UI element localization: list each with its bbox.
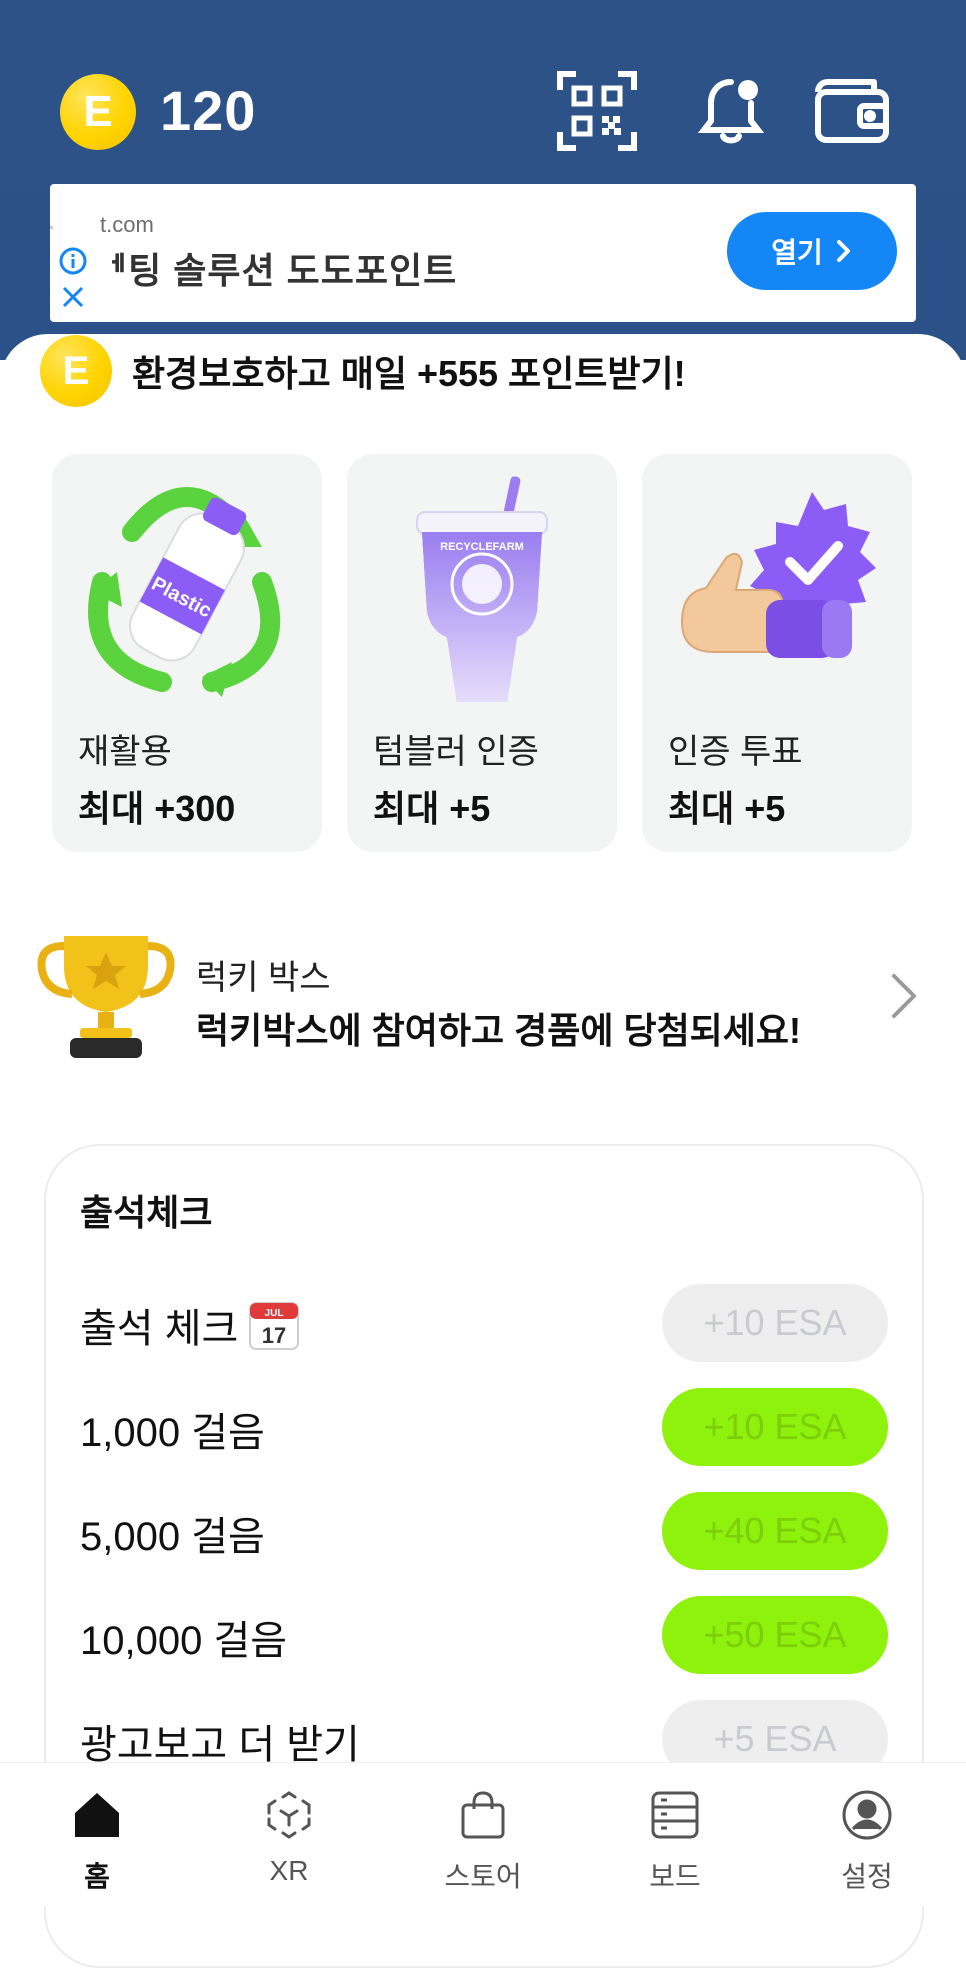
calendar-month: JUL: [265, 1308, 284, 1319]
wallet-button[interactable]: [810, 70, 892, 152]
tile-recycle[interactable]: Plastic 재활용 최대 +300: [52, 454, 322, 852]
mission-tiles: Plastic 재활용 최대 +300 RECYCLEFARM 텀블러 인증 최…: [52, 454, 914, 854]
lucky-box-title: 럭키 박스: [196, 959, 331, 997]
qr-scan-button[interactable]: [556, 70, 638, 152]
reward-button[interactable]: +50 ESA: [662, 1596, 888, 1674]
bottom-navigation: 홈 XR 스토어 보드 설정: [0, 1762, 966, 1906]
ad-edge-mark: [50, 226, 53, 229]
home-icon: [75, 1793, 119, 1837]
nav-label: XR: [269, 1855, 309, 1886]
promo-text: 환경보호하고 매일 +555 포인트받기!: [132, 353, 686, 394]
shopping-bag-icon: [461, 1791, 505, 1839]
tile-title: 텀블러 인증: [373, 733, 539, 771]
tile-reward: 최대 +300: [78, 788, 236, 829]
nav-label: 보드: [649, 1861, 701, 1892]
board-icon: [651, 1791, 699, 1839]
ad-headline: ᅦ팅 솔루션 도도포인트: [94, 250, 458, 291]
top-header: E 120: [0, 0, 966, 180]
tile-tumbler[interactable]: RECYCLEFARM 텀블러 인증 최대 +5: [347, 454, 617, 852]
ar-cube-icon: [267, 1791, 311, 1839]
nav-item-board[interactable]: 보드: [600, 1763, 750, 1906]
ad-open-label: 열기: [771, 237, 823, 268]
ad-info-icon[interactable]: [58, 246, 88, 280]
attendance-row-label: 5,000 걸음: [80, 1515, 265, 1559]
ad-domain: t.com: [100, 212, 154, 237]
tumbler-cup-icon: RECYCLEFARM: [416, 476, 548, 702]
lucky-box-description: 럭키박스에 참여하고 경품에 당첨되세요!: [196, 1010, 802, 1051]
attendance-row-label: 출석 체크 JUL 17: [80, 1296, 300, 1354]
attendance-row: 5,000 걸음 +40 ESA: [80, 1492, 888, 1572]
nav-label: 홈: [84, 1861, 110, 1892]
tile-title: 인증 투표: [668, 733, 803, 771]
chevron-right-icon: [836, 240, 850, 262]
ad-close-icon[interactable]: [60, 284, 86, 314]
reward-button[interactable]: +10 ESA: [662, 1284, 888, 1362]
attendance-row: 1,000 걸음 +10 ESA: [80, 1388, 888, 1468]
notification-button[interactable]: [690, 70, 772, 152]
attendance-title: 출석체크: [80, 1192, 213, 1233]
profile-icon: [842, 1790, 892, 1840]
nav-label: 설정: [841, 1861, 893, 1892]
trophy-icon: [37, 936, 175, 1058]
nav-item-home[interactable]: 홈: [22, 1763, 172, 1906]
attendance-row-label: 10,000 걸음: [80, 1619, 288, 1663]
nav-item-xr[interactable]: XR: [214, 1763, 364, 1906]
tile-vote[interactable]: 인증 투표 최대 +5: [642, 454, 912, 852]
promo-coin-letter: E: [62, 348, 90, 393]
thumbs-up-badge-icon: [680, 492, 876, 658]
tile-reward: 최대 +5: [668, 788, 786, 829]
nav-item-store[interactable]: 스토어: [408, 1763, 558, 1906]
recycle-bottle-icon: Plastic: [88, 487, 281, 697]
attendance-row: 출석 체크 JUL 17 +10 ESA: [80, 1284, 888, 1364]
tile-reward: 최대 +5: [373, 788, 491, 829]
calendar-day: 17: [262, 1323, 286, 1348]
wallet-icon: [815, 79, 889, 143]
nav-item-settings[interactable]: 설정: [792, 1763, 942, 1906]
promo-banner: E 환경보호하고 매일 +555 포인트받기!: [40, 335, 686, 407]
row-text: 출석 체크: [80, 1307, 239, 1351]
point-coin-icon: E: [40, 335, 112, 407]
qr-scan-icon: [557, 71, 637, 151]
reward-button[interactable]: +10 ESA: [662, 1388, 888, 1466]
calendar-icon: JUL 17: [249, 1302, 300, 1350]
ad-banner[interactable]: t.com ᅦ팅 솔루션 도도포인트 열기: [50, 184, 916, 322]
bell-icon: [697, 79, 765, 144]
attendance-row: 10,000 걸음 +50 ESA: [80, 1596, 888, 1676]
reward-button[interactable]: +40 ESA: [662, 1492, 888, 1570]
attendance-row-label: 1,000 걸음: [80, 1411, 265, 1455]
nav-label: 스토어: [444, 1861, 522, 1892]
point-coin-icon: E: [60, 74, 136, 150]
lucky-box-row[interactable]: 럭키 박스 럭키박스에 참여하고 경품에 당첨되세요!: [36, 926, 936, 1066]
tile-title: 재활용: [78, 733, 172, 771]
coin-letter: E: [83, 87, 113, 136]
chevron-right-icon: [892, 974, 916, 1018]
tumbler-brand: RECYCLEFARM: [440, 541, 524, 553]
ad-open-button[interactable]: 열기: [727, 212, 897, 290]
point-balance: 120: [160, 79, 257, 142]
